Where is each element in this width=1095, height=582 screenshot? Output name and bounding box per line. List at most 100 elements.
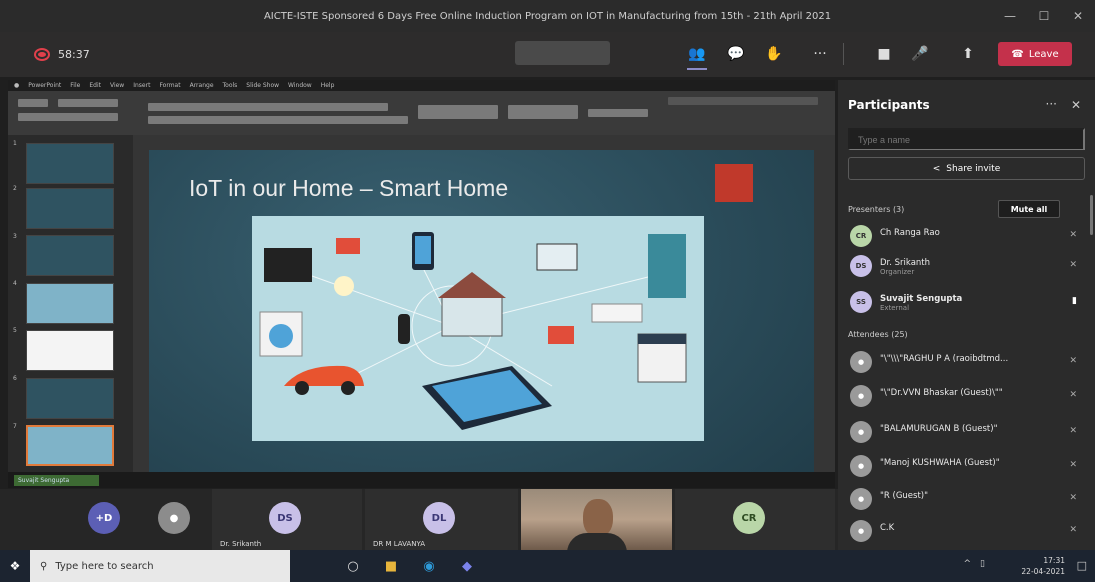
menu-item: Tools	[222, 82, 238, 89]
edge-button[interactable]: ◉	[414, 550, 444, 582]
share-icon: <	[932, 163, 941, 174]
close-button[interactable]: ✕	[1061, 0, 1095, 32]
smart-home-illustration	[252, 216, 704, 441]
taskbar-search-box[interactable]: ⚲ Type here to search	[30, 550, 290, 582]
timer-text: 58:37	[58, 48, 90, 61]
participant-row[interactable]: ● "BALAMURUGAN B (Guest)" ✕	[838, 418, 1095, 448]
participants-toggle-button[interactable]: 👥	[683, 42, 711, 70]
video-strip: +D ● DS Dr. Srikanth DL DR M LAVANYA CR	[0, 489, 838, 553]
attendees-section-label[interactable]: Attendees (25)	[848, 330, 908, 339]
more-actions-button[interactable]: ···	[806, 42, 834, 66]
avatar-icon: ●	[850, 385, 872, 407]
teams-button[interactable]: ◆	[452, 550, 482, 582]
mic-off-icon: ✕	[1069, 230, 1077, 240]
participant-tile[interactable]: CR	[675, 489, 835, 550]
participants-panel: Participants ··· ✕ < Share invite Presen…	[838, 80, 1095, 550]
camera-button[interactable]: ■	[870, 42, 898, 66]
slide-thumbnail[interactable]	[26, 283, 114, 324]
powerpoint-ribbon	[8, 91, 835, 135]
mic-button[interactable]: 🎤	[906, 42, 934, 66]
menu-item: File	[70, 82, 81, 89]
participant-row[interactable]: ● C.K ✕	[838, 517, 1095, 547]
participants-header: Participants	[848, 98, 930, 112]
clock-date: 22-04-2021	[1021, 567, 1065, 576]
participant-row[interactable]: ● "R (Guest)" ✕	[838, 485, 1095, 515]
teams-icon: ◆	[462, 558, 472, 574]
participant-row[interactable]: ● "\"Dr.VVN Bhaskar (Guest)\"" ✕	[838, 382, 1095, 412]
slide-thumbnail[interactable]	[26, 235, 114, 276]
slide-thumbnail[interactable]	[26, 143, 114, 184]
mic-off-icon: ✕	[1069, 260, 1077, 270]
avatar: DS	[269, 502, 301, 534]
participant-row[interactable]: ● "Manoj KUSHWAHA (Guest)" ✕	[838, 452, 1095, 482]
participant-row[interactable]: CR Ch Ranga Rao ✕	[838, 222, 1095, 252]
avatar-icon: ●	[850, 520, 872, 542]
mic-on-icon: ▮	[1072, 296, 1077, 306]
participant-name: "\"Dr.VVN Bhaskar (Guest)\""	[880, 388, 1003, 398]
sharer-name-tag: Suvajit Sengupta	[14, 475, 99, 486]
guest-avatar[interactable]: ●	[158, 502, 190, 534]
share-tray-icon: ⬆	[962, 46, 974, 62]
share-content-button[interactable]: ⬆	[954, 42, 982, 66]
presenters-section-label[interactable]: Presenters (3)	[848, 205, 904, 214]
apple-icon: ●	[14, 82, 20, 89]
participant-name: Ch Ranga Rao	[880, 228, 940, 238]
reactions-button[interactable]: ✋	[760, 42, 788, 66]
participant-row[interactable]: DS Dr. Srikanth Organizer ✕	[838, 252, 1095, 282]
mic-off-icon: ✕	[1069, 356, 1077, 366]
thumb-number: 2	[13, 185, 17, 192]
slide-thumbnail[interactable]	[26, 188, 114, 229]
slide-thumbnail[interactable]	[26, 378, 114, 419]
share-invite-label: Share invite	[946, 163, 1001, 174]
thumb-number: 5	[13, 327, 17, 334]
tile-name: Dr. Srikanth	[220, 540, 262, 548]
maximize-button[interactable]: ☐	[1027, 0, 1061, 32]
windows-icon: ❖	[9, 559, 21, 573]
windows-taskbar: ❖ ⚲ Type here to search ○ ■ ◉ ◆ ^ ▯ 17:3…	[0, 550, 1095, 582]
battery-icon[interactable]: ▯	[980, 559, 985, 569]
participant-role: Organizer	[880, 268, 915, 276]
file-explorer-button[interactable]: ■	[376, 550, 406, 582]
thumb-number: 6	[13, 375, 17, 382]
folder-icon: ■	[384, 558, 398, 574]
windows-start-button[interactable]: ❖	[0, 550, 30, 582]
notification-icon[interactable]: □	[1077, 559, 1087, 572]
participant-video-tile[interactable]	[521, 489, 672, 553]
slide-thumbnail-selected[interactable]	[26, 425, 114, 466]
thumb-number: 7	[13, 423, 17, 430]
panel-close-button[interactable]: ✕	[1071, 98, 1081, 112]
taskbar-clock[interactable]: 17:31 22-04-2021	[1021, 555, 1065, 577]
participant-row[interactable]: ● "\"\\\"RAGHU P A (raoibdtmd... ✕	[838, 348, 1095, 378]
mute-all-button[interactable]: Mute all	[998, 200, 1060, 218]
chat-icon: 💬	[727, 46, 745, 62]
avatar: CR	[733, 502, 765, 534]
chevron-up-icon[interactable]: ^	[964, 559, 972, 569]
avatar: DS	[850, 255, 872, 277]
mic-off-icon: ✕	[1069, 426, 1077, 436]
shared-screen: ● PowerPoint File Edit View Insert Forma…	[8, 80, 835, 488]
participant-name: "BALAMURUGAN B (Guest)"	[880, 424, 998, 434]
slide-thumbnail[interactable]	[26, 330, 114, 371]
mic-off-icon: 🎤	[911, 46, 929, 62]
share-invite-button[interactable]: < Share invite	[848, 157, 1085, 180]
participant-name: Suvajit Sengupta	[880, 294, 963, 304]
participant-tile[interactable]: DS Dr. Srikanth	[212, 489, 362, 550]
overflow-participants-avatar[interactable]: +D	[88, 502, 120, 534]
menu-item: Window	[288, 82, 312, 89]
mic-off-icon: ✕	[1069, 493, 1077, 503]
meeting-notification-pill[interactable]	[515, 41, 610, 65]
menu-item: PowerPoint	[28, 82, 62, 89]
minimize-button[interactable]: —	[993, 0, 1027, 32]
clock-time: 17:31	[1043, 556, 1065, 565]
participant-search-input[interactable]	[848, 128, 1085, 150]
toolbar-divider	[843, 43, 844, 65]
participant-row[interactable]: SS Suvajit Sengupta External ▮	[838, 288, 1095, 318]
leave-button[interactable]: ☎ Leave	[998, 42, 1072, 66]
system-tray: ^ ▯	[964, 559, 986, 569]
menu-item: Slide Show	[246, 82, 280, 89]
cortana-button[interactable]: ○	[338, 550, 368, 582]
chat-button[interactable]: 💬	[722, 42, 750, 66]
panel-more-button[interactable]: ···	[1046, 97, 1057, 111]
participant-tile[interactable]: DL DR M LAVANYA	[365, 489, 518, 550]
avatar-icon: ●	[850, 488, 872, 510]
